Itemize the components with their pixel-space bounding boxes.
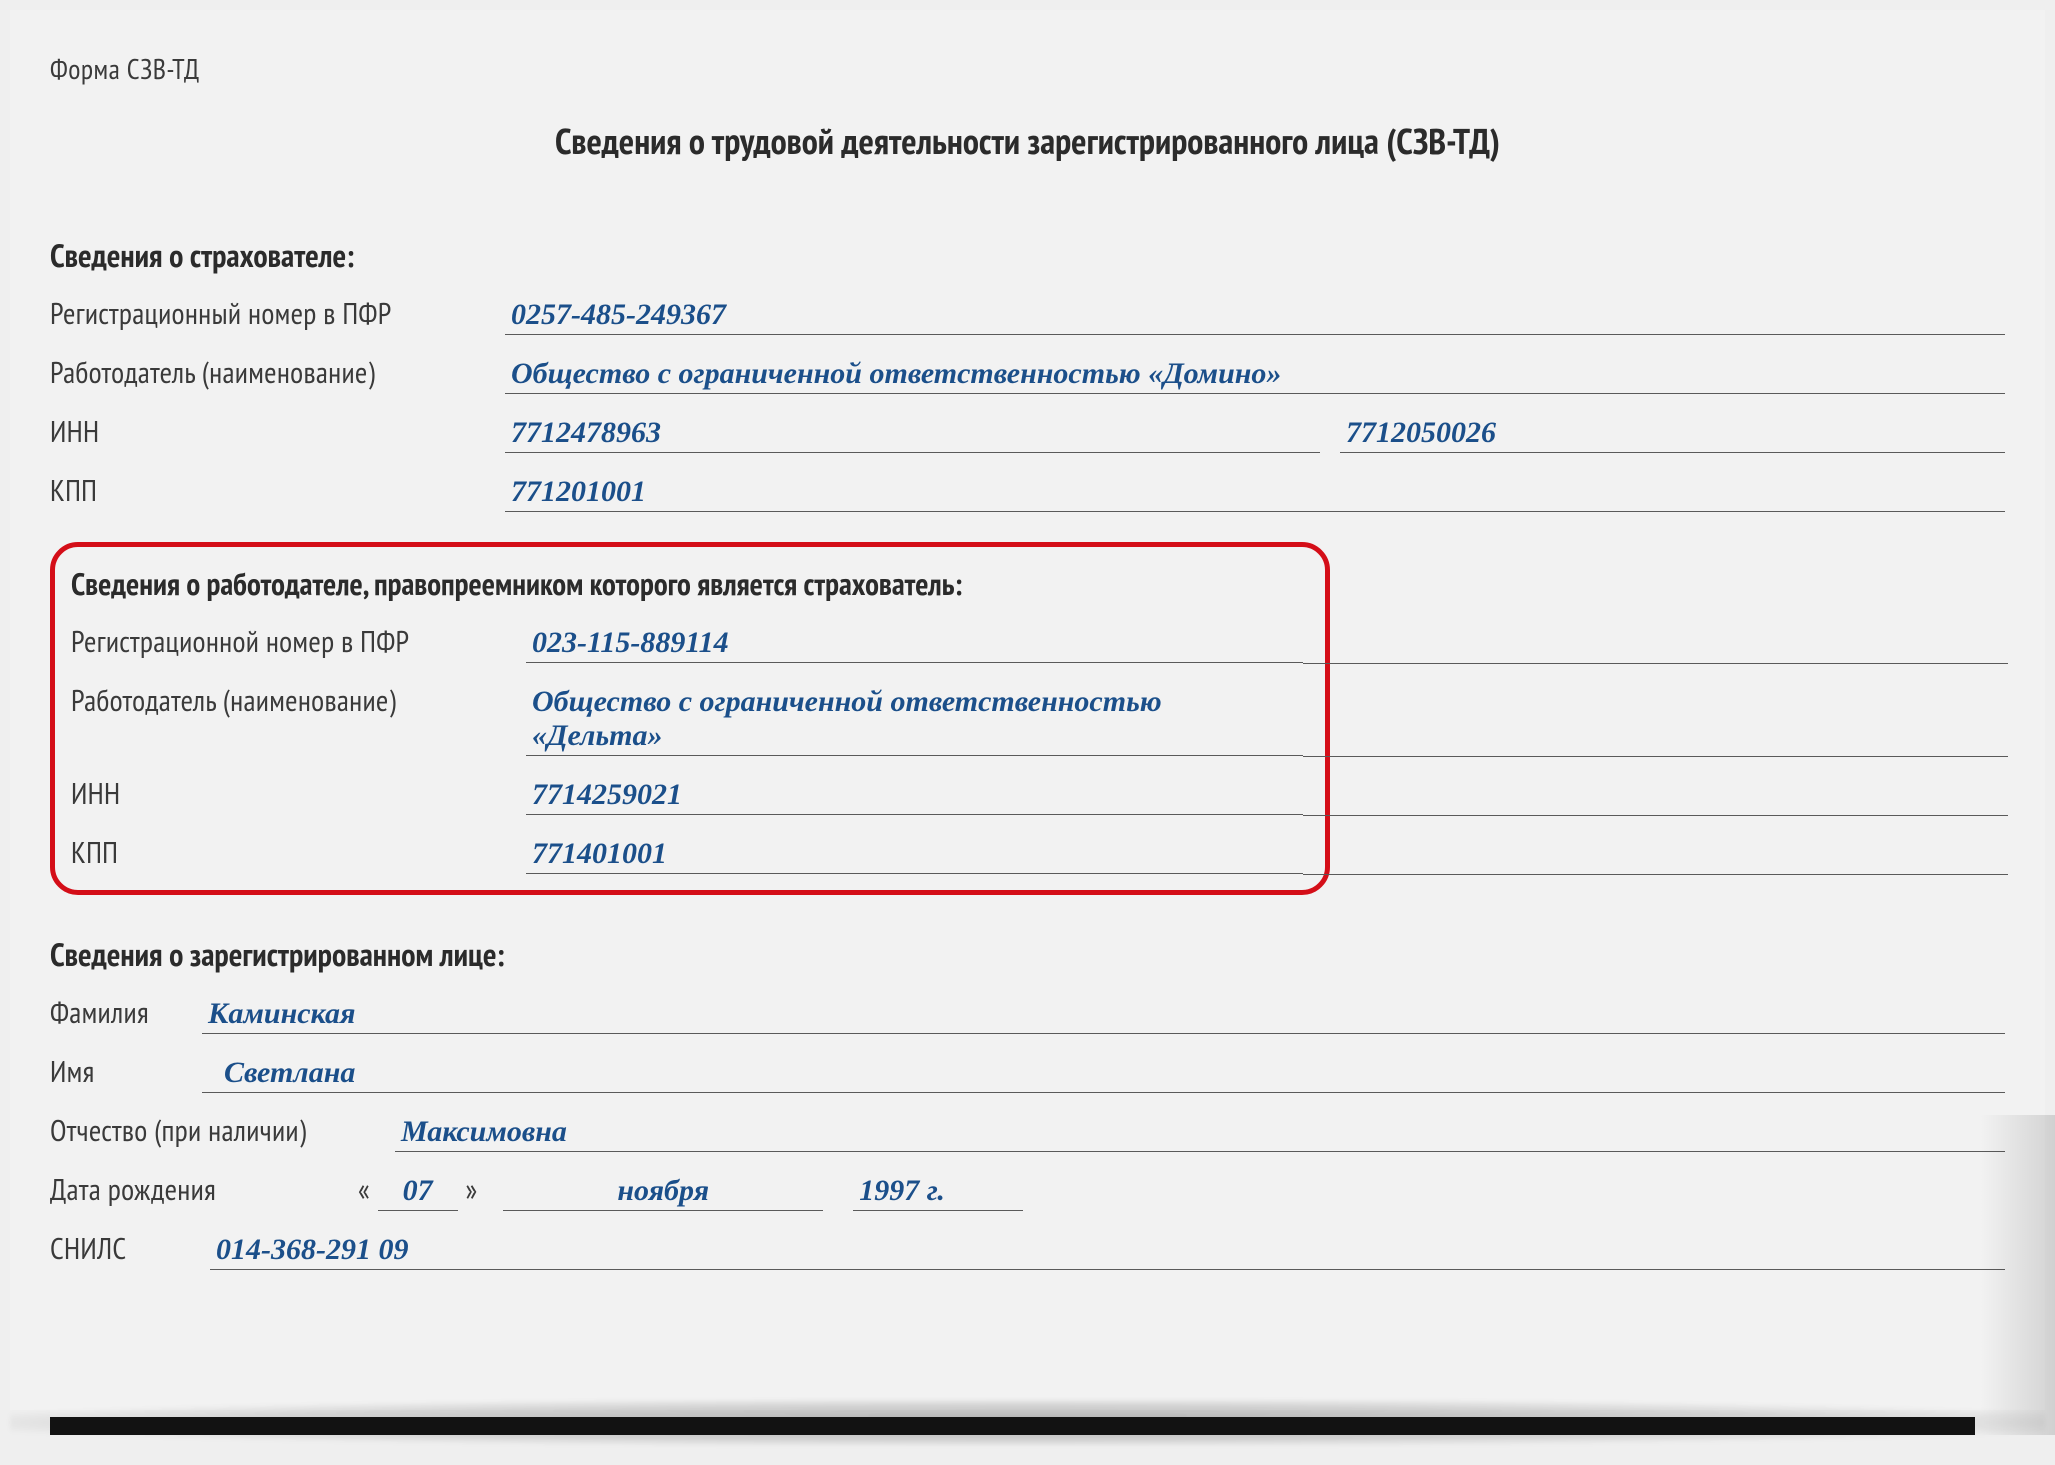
person-surname-row: Фамилия Каминская <box>50 993 2005 1034</box>
person-patronymic-label: Отчество (при наличии) <box>50 1111 395 1150</box>
insurer-reg-no-row: Регистрационный номер в ПФР 0257-485-249… <box>50 294 2005 335</box>
person-snils-row: СНИЛС 014-368-291 09 <box>50 1229 2005 1270</box>
predecessor-heading: Сведения о работодателе, правопреемником… <box>71 563 1303 604</box>
predecessor-employer-row: Работодатель (наименование) Общество с о… <box>71 681 1303 756</box>
person-dob-year: 1997 г. <box>853 1174 1023 1211</box>
insurer-heading: Сведения о страхователе: <box>50 234 2005 276</box>
person-snils-label: СНИЛС <box>50 1229 210 1268</box>
insurer-reg-no-label: Регистрационный номер в ПФР <box>50 294 505 333</box>
person-dob-month: ноября <box>503 1174 823 1211</box>
person-name-label: Имя <box>50 1052 202 1091</box>
predecessor-reg-no-value: 023-115-889114 <box>526 626 1303 663</box>
insurer-inn-value: 7712478963 <box>505 416 1320 453</box>
predecessor-inn-label: ИНН <box>71 774 526 813</box>
quote-open: « <box>350 1170 378 1209</box>
predecessor-employer-label: Работодатель (наименование) <box>71 681 526 720</box>
person-patronymic-row: Отчество (при наличии) Максимовна <box>50 1111 2005 1152</box>
szv-td-form-sheet: Форма СЗВ-ТД Сведения о трудовой деятель… <box>10 10 2045 1410</box>
insurer-employer-row: Работодатель (наименование) Общество с о… <box>50 353 2005 394</box>
predecessor-kpp-label: КПП <box>71 833 526 872</box>
person-dob-day: 07 <box>378 1174 458 1211</box>
predecessor-highlight-frame: Сведения о работодателе, правопреемником… <box>50 542 1330 895</box>
insurer-inn-label: ИНН <box>50 412 505 451</box>
insurer-employer-label: Работодатель (наименование) <box>50 353 505 392</box>
person-name-value: Светлана <box>202 1056 2005 1093</box>
quote-close: » <box>458 1170 486 1209</box>
person-dob-row: Дата рождения « 07 » ноября 1997 г. <box>50 1170 2005 1211</box>
person-surname-value: Каминская <box>202 997 2005 1034</box>
insurer-inn-second-value: 7712050026 <box>1340 416 2005 453</box>
person-snils-value: 014-368-291 09 <box>210 1233 2005 1270</box>
person-name-row: Имя Светлана <box>50 1052 2005 1093</box>
predecessor-employer-value: Общество с ограниченной ответственностью… <box>526 685 1303 756</box>
predecessor-reg-no-label: Регистрационной номер в ПФР <box>71 622 526 661</box>
predecessor-reg-no-row: Регистрационной номер в ПФР 023-115-8891… <box>71 622 1303 663</box>
form-code: Форма СЗВ-ТД <box>50 50 2005 87</box>
person-patronymic-value: Максимовна <box>395 1115 2005 1152</box>
predecessor-inn-value: 7714259021 <box>526 778 1303 815</box>
form-title: Сведения о трудовой деятельности зарегис… <box>50 117 2005 164</box>
insurer-kpp-label: КПП <box>50 471 505 510</box>
person-heading: Сведения о зарегистрированном лице: <box>50 933 2005 975</box>
insurer-kpp-row: КПП 771201001 <box>50 471 2005 512</box>
insurer-kpp-value: 771201001 <box>505 475 2005 512</box>
insurer-employer-value: Общество с ограниченной ответственностью… <box>505 357 2005 394</box>
predecessor-kpp-row: КПП 771401001 <box>71 833 1303 874</box>
predecessor-inn-row: ИНН 7714259021 <box>71 774 1303 815</box>
predecessor-kpp-value: 771401001 <box>526 837 1303 874</box>
person-surname-label: Фамилия <box>50 993 202 1032</box>
person-dob-label: Дата рождения <box>50 1170 350 1209</box>
page-foot-dark-bar <box>50 1417 1975 1435</box>
person-section: Сведения о зарегистрированном лице: Фами… <box>50 933 2005 1270</box>
insurer-reg-no-value: 0257-485-249367 <box>505 298 2005 335</box>
insurer-inn-row: ИНН 7712478963 7712050026 <box>50 412 2005 453</box>
insurer-section: Сведения о страхователе: Регистрационный… <box>50 234 2005 512</box>
